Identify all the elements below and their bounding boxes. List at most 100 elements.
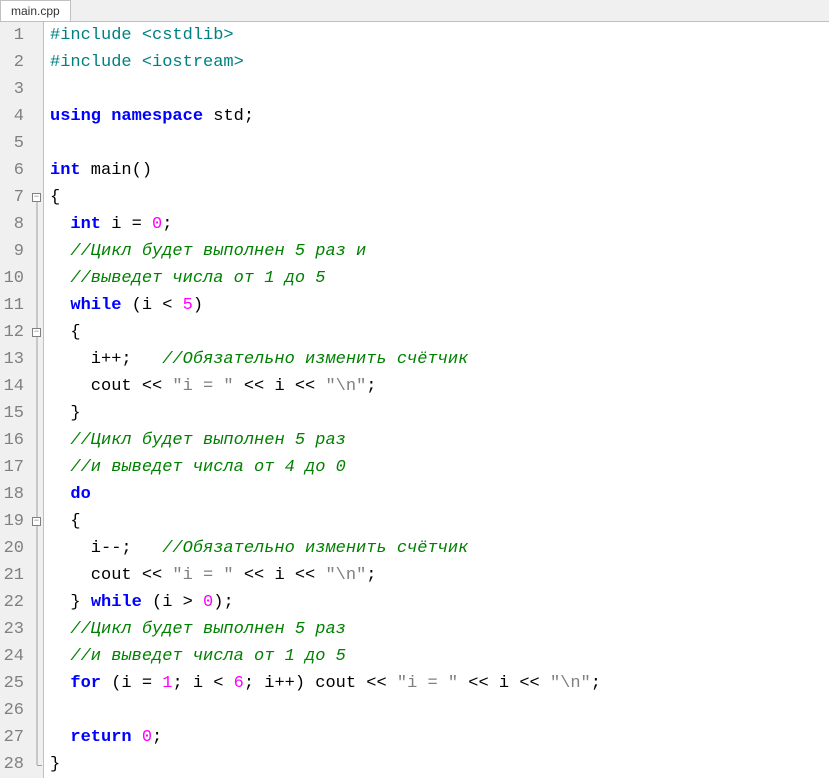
token-keyword: return — [70, 728, 131, 747]
code-line[interactable]: //и выведет числа от 4 до 0 — [50, 454, 601, 481]
line-number: 10 — [0, 265, 24, 292]
code-line[interactable]: i--; //Обязательно изменить счётчик — [50, 535, 601, 562]
code-line[interactable]: cout << "i = " << i << "\n"; — [50, 373, 601, 400]
line-number: 14 — [0, 373, 24, 400]
fold-cell — [30, 292, 43, 319]
code-line[interactable]: i++; //Обязательно изменить счётчик — [50, 346, 601, 373]
token-default: ; — [366, 566, 376, 585]
line-number: 24 — [0, 643, 24, 670]
fold-cell — [30, 238, 43, 265]
token-string: "i = " — [172, 377, 233, 396]
file-tab-label: main.cpp — [11, 4, 60, 18]
file-tab[interactable]: main.cpp — [0, 0, 71, 21]
token-default: cout << — [50, 377, 172, 396]
token-preproc: #include <iostream> — [50, 53, 244, 72]
code-editor[interactable]: 1234567891011121314151617181920212223242… — [0, 22, 829, 778]
token-default: ; — [152, 728, 162, 747]
fold-cell — [30, 103, 43, 130]
code-line[interactable]: } — [50, 751, 601, 778]
fold-cell — [30, 157, 43, 184]
token-string: "i = " — [397, 674, 458, 693]
code-line[interactable] — [50, 76, 601, 103]
fold-cell — [30, 76, 43, 103]
token-number: 0 — [152, 215, 162, 234]
code-line[interactable]: //и выведет числа от 1 до 5 — [50, 643, 601, 670]
code-line[interactable]: { — [50, 184, 601, 211]
token-default — [50, 620, 70, 639]
line-number: 16 — [0, 427, 24, 454]
token-number: 6 — [234, 674, 244, 693]
token-default: (i > — [142, 593, 203, 612]
code-line[interactable]: //выведет числа от 1 до 5 — [50, 265, 601, 292]
code-line[interactable]: //Цикл будет выполнен 5 раз — [50, 616, 601, 643]
fold-cell — [30, 400, 43, 427]
code-line[interactable]: #include <cstdlib> — [50, 22, 601, 49]
token-default — [101, 107, 111, 126]
fold-toggle-icon[interactable]: − — [32, 517, 41, 526]
token-default — [50, 431, 70, 450]
token-comment: //выведет числа от 1 до 5 — [70, 269, 325, 288]
token-comment: //Цикл будет выполнен 5 раз — [70, 620, 345, 639]
line-number: 22 — [0, 589, 24, 616]
token-default: i = — [101, 215, 152, 234]
code-line[interactable]: int main() — [50, 157, 601, 184]
code-line[interactable]: while (i < 5) — [50, 292, 601, 319]
line-number: 23 — [0, 616, 24, 643]
line-number: 7 — [0, 184, 24, 211]
token-number: 1 — [162, 674, 172, 693]
token-default: (i < — [121, 296, 182, 315]
code-line[interactable]: } while (i > 0); — [50, 589, 601, 616]
code-line[interactable]: { — [50, 319, 601, 346]
fold-toggle-icon[interactable]: − — [32, 328, 41, 337]
token-default: << i << — [234, 377, 326, 396]
token-default: (i = — [101, 674, 162, 693]
fold-cell — [30, 697, 43, 724]
code-line[interactable]: } — [50, 400, 601, 427]
token-string: "\n" — [325, 377, 366, 396]
code-line[interactable]: //Цикл будет выполнен 5 раз и — [50, 238, 601, 265]
code-line[interactable]: #include <iostream> — [50, 49, 601, 76]
code-line[interactable] — [50, 130, 601, 157]
token-default: { — [50, 188, 60, 207]
line-number: 6 — [0, 157, 24, 184]
fold-cell — [30, 211, 43, 238]
code-line[interactable]: return 0; — [50, 724, 601, 751]
line-number: 9 — [0, 238, 24, 265]
token-keyword: for — [70, 674, 101, 693]
line-number: 25 — [0, 670, 24, 697]
token-default: } — [50, 755, 60, 774]
fold-cell — [30, 535, 43, 562]
token-keyword: namespace — [111, 107, 203, 126]
fold-cell — [30, 454, 43, 481]
token-default: ; i < — [172, 674, 233, 693]
line-number: 28 — [0, 751, 24, 778]
token-default — [50, 674, 70, 693]
token-string: "\n" — [325, 566, 366, 585]
fold-cell — [30, 481, 43, 508]
token-default: ) — [193, 296, 203, 315]
code-line[interactable]: for (i = 1; i < 6; i++) cout << "i = " <… — [50, 670, 601, 697]
code-line[interactable]: using namespace std; — [50, 103, 601, 130]
token-keyword: while — [91, 593, 142, 612]
code-line[interactable]: do — [50, 481, 601, 508]
fold-cell — [30, 724, 43, 751]
code-line[interactable]: { — [50, 508, 601, 535]
token-number: 0 — [142, 728, 152, 747]
code-area[interactable]: #include <cstdlib> #include <iostream> us… — [44, 22, 601, 778]
fold-toggle-icon[interactable]: − — [32, 193, 41, 202]
code-line[interactable]: int i = 0; — [50, 211, 601, 238]
line-number: 4 — [0, 103, 24, 130]
line-number: 20 — [0, 535, 24, 562]
token-default: << i << — [458, 674, 550, 693]
code-line[interactable]: cout << "i = " << i << "\n"; — [50, 562, 601, 589]
code-line[interactable] — [50, 697, 601, 724]
token-keyword: using — [50, 107, 101, 126]
line-number: 27 — [0, 724, 24, 751]
token-keyword: do — [70, 485, 90, 504]
token-comment: //и выведет числа от 4 до 0 — [70, 458, 345, 477]
token-default: std; — [203, 107, 254, 126]
token-default: ; — [366, 377, 376, 396]
code-line[interactable]: //Цикл будет выполнен 5 раз — [50, 427, 601, 454]
line-number: 11 — [0, 292, 24, 319]
token-comment: //и выведет числа от 1 до 5 — [70, 647, 345, 666]
